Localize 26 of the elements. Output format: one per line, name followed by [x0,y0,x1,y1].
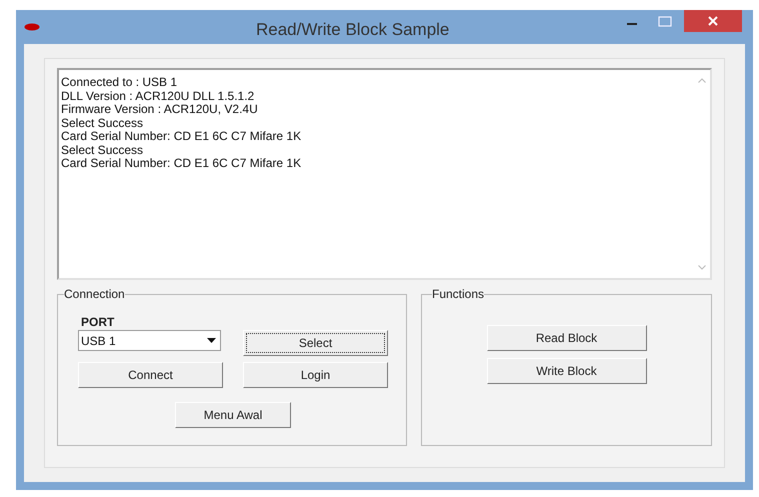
minimize-button[interactable] [626,22,638,26]
push-button[interactable]: Read Block [486,325,646,351]
log-line: Select Success [61,116,144,130]
log-line: Card Serial Number: CD E1 6C C7 Mifare 1K [61,130,302,144]
port-label: PORT [81,315,116,329]
log-line: Select Success [61,144,144,157]
dropdown-arrow-icon [207,338,216,343]
maximize-button[interactable] [658,16,672,27]
log-area[interactable] [57,68,712,280]
log-line: Firmware Version : ACR120U, V2.4U [61,103,259,116]
push-button[interactable]: Connect [78,362,223,388]
log-line: Card Serial Number: CD E1 6C C7 Mifare 1K [61,157,302,170]
window-title: Read/Write Block Sample [256,19,450,41]
log-line: Connected to : USB 1 [61,76,178,90]
push-button[interactable]: Login [243,362,388,388]
close-icon [708,16,718,26]
push-button[interactable]: Menu Awal [175,402,291,428]
scroll-up-icon [698,78,706,83]
close-button[interactable] [684,10,742,32]
port-value: USB 1 [80,332,116,350]
push-button[interactable]: Select [243,330,388,356]
log-line: DLL Version : ACR120U DLL 1.5.1.2 [61,90,256,103]
push-button[interactable]: Write Block [486,358,646,384]
port-dropdown[interactable]: USB 1 [78,330,221,351]
scroll-down-icon [698,265,706,270]
app-icon [24,23,40,31]
